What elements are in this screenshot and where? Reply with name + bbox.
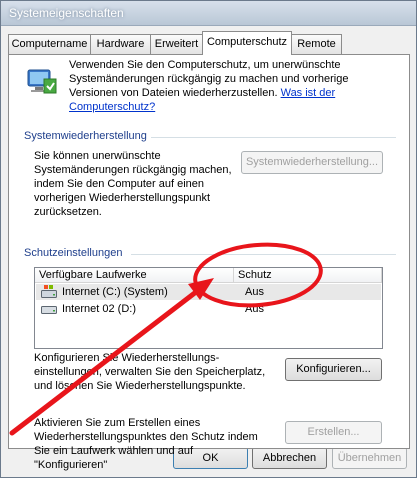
drive-row[interactable]: Internet 02 (D:) Aus <box>36 301 381 317</box>
window-title: Systemeigenschaften <box>9 6 124 20</box>
create-button[interactable]: Erstellen... <box>285 421 382 444</box>
drive-status: Aus <box>245 303 264 315</box>
restore-group-heading: Systemwiederherstellung <box>24 130 147 142</box>
system-protection-icon <box>25 65 57 97</box>
tab-erweitert[interactable]: Erweitert <box>150 34 203 54</box>
intro-text: Verwenden Sie den Computerschutz, um une… <box>69 59 349 113</box>
drive-row[interactable]: Internet (C:) (System) Aus <box>36 284 381 300</box>
system-properties-window: Systemeigenschaften Computername Hardwar… <box>0 0 417 478</box>
drive-name: Internet (C:) (System) <box>62 286 168 298</box>
apply-button[interactable]: Übernehmen <box>332 447 407 469</box>
create-description: Aktivieren Sie zum Erstellen eines Wiede… <box>34 417 258 471</box>
drive-icon <box>41 303 57 315</box>
drive-status: Aus <box>245 286 264 298</box>
drive-list[interactable]: Verfügbare Laufwerke Schutz Internet (C:… <box>34 267 383 349</box>
drive-name: Internet 02 (D:) <box>62 303 136 315</box>
system-restore-button[interactable]: Systemwiederherstellung... <box>241 151 383 174</box>
column-header-drives[interactable]: Verfügbare Laufwerke <box>35 268 234 283</box>
column-header-protection[interactable]: Schutz <box>234 268 382 283</box>
tab-computerschutz[interactable]: Computerschutz <box>202 31 292 55</box>
configure-button[interactable]: Konfigurieren... <box>285 358 382 381</box>
restore-description: Sie können unerwünschte Systemänderungen… <box>34 150 232 218</box>
tab-remote[interactable]: Remote <box>291 34 342 54</box>
dialog-body: Computername Hardware Erweitert Computer… <box>1 26 416 477</box>
protection-group-divider <box>131 254 396 255</box>
system-drive-icon <box>41 285 57 299</box>
restore-group-divider <box>151 137 396 138</box>
title-bar[interactable]: Systemeigenschaften <box>1 1 416 26</box>
configure-description: Konfigurieren Sie Wiederherstellungs-ein… <box>34 352 266 392</box>
protection-group-heading: Schutzeinstellungen <box>24 247 123 259</box>
computerschutz-panel: Verwenden Sie den Computerschutz, um une… <box>8 54 410 471</box>
tab-computername[interactable]: Computername <box>8 34 91 54</box>
tab-hardware[interactable]: Hardware <box>90 34 151 54</box>
